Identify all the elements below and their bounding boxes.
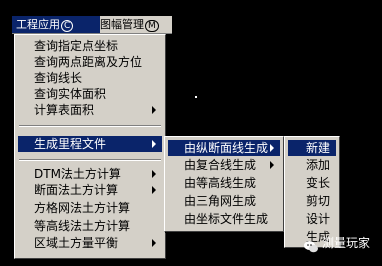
submenu-item-from-tin[interactable]: 由三角网生成	[168, 193, 280, 209]
menu-item-label: 剪切	[306, 194, 331, 208]
menu-item-label: 方格网法土方计算	[34, 201, 131, 215]
menu-separator	[19, 159, 161, 161]
menu-item-label: 由纵断面线生成	[184, 141, 269, 155]
mileage-file-submenu: 由纵断面线生成 由复合线生成 由等高线生成 由三角网生成 由坐标文件生成	[164, 136, 284, 232]
menu-map-sheet-management-label: 图幅管理	[100, 18, 144, 31]
menu-item-query-distance-bearing[interactable]: 查询两点距离及方位	[18, 54, 162, 70]
submenu-item-new[interactable]: 新建	[288, 140, 336, 156]
menu-item-dtm-earthwork[interactable]: DTM法土方计算	[18, 166, 162, 182]
menu-item-query-line-length[interactable]: 查询线长	[18, 70, 162, 86]
menu-item-label: 添加	[306, 158, 331, 172]
menu-item-label: 查询线长	[34, 71, 83, 85]
menu-item-label: 由坐标文件生成	[184, 212, 269, 226]
submenu-item-from-polyline[interactable]: 由复合线生成	[168, 157, 280, 173]
menu-item-label: 计算表面积	[34, 103, 95, 117]
menu-map-sheet-management-key: M	[145, 20, 159, 32]
submenu-arrow-icon	[270, 161, 274, 169]
menu-bar: 工程应用 C 图幅管理 M	[12, 16, 172, 34]
wechat-icon	[303, 236, 319, 252]
menu-engineering-application[interactable]: 工程应用 C	[12, 16, 100, 33]
submenu-item-from-coordinate-file[interactable]: 由坐标文件生成	[168, 211, 280, 227]
engineering-application-menu: 查询指定点坐标 查询两点距离及方位 查询线长 查询实体面积 计算表面积 生成里程…	[14, 34, 166, 259]
submenu-item-change-length[interactable]: 变长	[288, 175, 336, 191]
menu-engineering-application-label: 工程应用	[16, 18, 60, 31]
crosshair-dot	[195, 96, 197, 98]
menu-item-contour-earthwork[interactable]: 等高线法土方计算	[18, 218, 162, 234]
menu-item-section-earthwork[interactable]: 断面法土方计算	[18, 182, 162, 198]
menu-item-label: DTM法土方计算	[34, 167, 121, 181]
menu-item-label: 查询指定点坐标	[34, 39, 119, 53]
submenu-arrow-icon	[152, 170, 156, 178]
submenu-item-add[interactable]: 添加	[288, 157, 336, 173]
menu-item-label: 区域土方量平衡	[34, 236, 119, 250]
submenu-item-design[interactable]: 设计	[288, 211, 336, 227]
menu-item-regional-earthwork-balance[interactable]: 区域土方量平衡	[18, 235, 162, 251]
menu-item-grid-earthwork[interactable]: 方格网法土方计算	[18, 200, 162, 216]
submenu-arrow-icon	[270, 144, 274, 152]
menu-engineering-application-key: C	[61, 20, 74, 32]
menu-item-label: 由等高线生成	[184, 176, 257, 190]
submenu-arrow-icon	[152, 106, 156, 114]
submenu-item-from-profile-line[interactable]: 由纵断面线生成	[168, 140, 280, 156]
menu-separator	[19, 125, 161, 127]
submenu-arrow-icon	[152, 186, 156, 194]
submenu-arrow-icon	[152, 239, 156, 247]
menu-map-sheet-management[interactable]: 图幅管理 M	[96, 16, 176, 33]
menu-item-label: 查询实体面积	[34, 87, 107, 101]
menu-item-label: 由复合线生成	[184, 158, 257, 172]
submenu-arrow-icon	[152, 140, 156, 148]
menu-item-generate-mileage-file[interactable]: 生成里程文件	[18, 136, 162, 152]
submenu-item-from-contour[interactable]: 由等高线生成	[168, 175, 280, 191]
menu-item-label: 新建	[306, 141, 331, 155]
menu-item-query-entity-area[interactable]: 查询实体面积	[18, 86, 162, 102]
menu-item-label: 变长	[306, 176, 331, 190]
watermark-text: 测量玩家	[322, 236, 371, 250]
menu-item-label: 由三角网生成	[184, 194, 257, 208]
submenu-item-cut[interactable]: 剪切	[288, 193, 336, 209]
menu-item-label: 查询两点距离及方位	[34, 55, 143, 69]
menu-item-label: 断面法土方计算	[34, 183, 119, 197]
menu-item-label: 生成里程文件	[34, 137, 107, 151]
menu-item-label: 等高线法土方计算	[34, 219, 131, 233]
menu-item-query-point-coordinate[interactable]: 查询指定点坐标	[18, 38, 162, 54]
menu-item-label: 设计	[306, 212, 331, 226]
watermark: 测量玩家	[303, 228, 381, 258]
menu-item-calculate-surface-area[interactable]: 计算表面积	[18, 102, 162, 118]
